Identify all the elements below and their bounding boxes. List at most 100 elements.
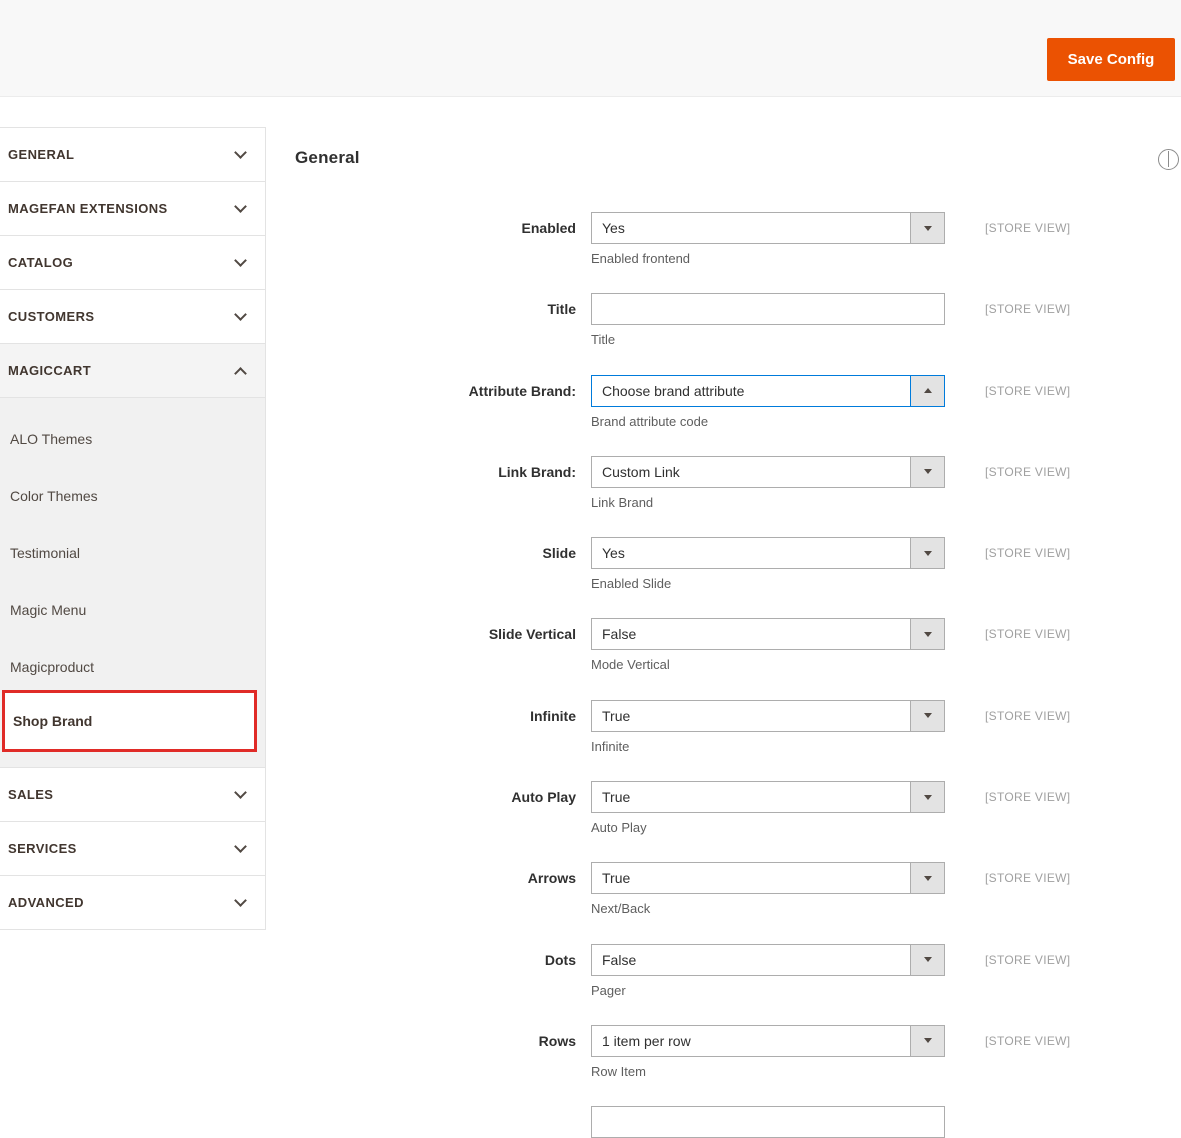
field-value: False (602, 626, 637, 643)
field-helper-text: Link Brand (591, 494, 654, 510)
sidebar-section-label: SERVICES (8, 841, 77, 856)
dots-select[interactable]: False (591, 943, 945, 976)
field-label: Title (547, 301, 576, 318)
field-helper-text: Next/Back (591, 901, 651, 917)
field-value: Custom Link (602, 463, 680, 480)
dropdown-toggle[interactable] (910, 456, 944, 487)
save-config-button[interactable]: Save Config (1047, 38, 1175, 81)
submenu-items: ALO Themes Color Themes Testimonial Magi… (0, 410, 265, 695)
form-row: Enabled Yes Enabled frontend [STORE VIEW… (295, 212, 1181, 293)
caret-down-icon (923, 1038, 932, 1044)
field-value: 1 item per row (602, 1032, 691, 1049)
dropdown-toggle[interactable] (910, 213, 944, 243)
title-text-field[interactable] (591, 293, 945, 326)
auto-play-select[interactable]: True (591, 781, 945, 814)
field-helper-text: Enabled frontend (591, 251, 691, 266)
dropdown-toggle[interactable] (910, 375, 944, 406)
store-view-scope-label: [STORE VIEW] (985, 790, 1071, 805)
config-sidebar: GENERAL MAGEFAN EXTENSIONS CATALOG CUSTO… (0, 127, 266, 930)
attribute-brand-select[interactable]: Choose brand attribute (591, 374, 945, 407)
caret-down-icon (923, 957, 932, 963)
field-helper-text: Mode Vertical (591, 657, 670, 673)
link-brand-select[interactable]: Custom Link (591, 455, 945, 488)
field-label: Attribute Brand: (468, 382, 576, 399)
chevron-down-icon (234, 308, 247, 321)
field-label: Slide Vertical (488, 626, 576, 643)
dropdown-toggle[interactable] (910, 863, 944, 894)
rows-select[interactable]: 1 item per row (591, 1024, 945, 1057)
chevron-down-icon (234, 786, 247, 799)
caret-down-icon (923, 469, 932, 475)
sidebar-section-magiccart[interactable]: MAGICCART (0, 344, 265, 398)
chevron-down-icon (234, 840, 247, 853)
collapse-section-button[interactable] (1158, 149, 1179, 170)
sidebar-section-label: CUSTOMERS (8, 309, 95, 324)
form-row: Rows 1 item per row Row Item [STORE VIEW… (295, 1024, 1181, 1106)
dropdown-toggle[interactable] (910, 538, 944, 569)
infinite-select[interactable]: True (591, 699, 945, 732)
sidebar-item-alo-themes[interactable]: ALO Themes (0, 410, 265, 467)
magiccart-submenu: ALO Themes Color Themes Testimonial Magi… (0, 398, 265, 768)
form-row: Attribute Brand: Choose brand attribute … (295, 374, 1181, 456)
slide-select[interactable]: Yes (591, 537, 945, 570)
field-value: True (602, 707, 631, 724)
sidebar-section-label: ADVANCED (8, 895, 84, 910)
sidebar-section-general[interactable]: GENERAL (0, 128, 265, 182)
chevron-down-icon (234, 146, 247, 159)
form-row: Infinite True Infinite [STORE VIEW] (295, 699, 1181, 781)
text-input[interactable] (592, 294, 944, 325)
dropdown-toggle[interactable] (910, 619, 944, 650)
field-value: True (602, 870, 631, 887)
sidebar-section-magefan-extensions[interactable]: MAGEFAN EXTENSIONS (0, 182, 265, 236)
field-value: False (602, 951, 637, 968)
slide-vertical-select[interactable]: False (591, 618, 945, 651)
sidebar-item-color-themes[interactable]: Color Themes (0, 467, 265, 524)
sidebar-top-sections: GENERAL MAGEFAN EXTENSIONS CATALOG CUSTO… (0, 128, 265, 344)
store-view-scope-label: [STORE VIEW] (985, 221, 1071, 235)
chevron-down-icon (234, 254, 247, 267)
sidebar-item-shop-brand[interactable]: Shop Brand (2, 690, 257, 752)
sidebar-bottom-sections: SALES SERVICES ADVANCED (0, 768, 265, 930)
store-view-scope-label: [STORE VIEW] (985, 952, 1071, 967)
field-label: Rows (538, 1032, 576, 1049)
store-view-scope-label: [STORE VIEW] (985, 708, 1071, 723)
sidebar-item-magic-menu[interactable]: Magic Menu (0, 581, 265, 638)
chevron-down-icon (234, 894, 247, 907)
sidebar-section-label: SALES (8, 787, 54, 802)
chevron-down-icon (234, 200, 247, 213)
form-row: Slide Yes Enabled Slide [STORE VIEW] (295, 537, 1181, 618)
arrows-select[interactable]: True (591, 862, 945, 895)
form-row: Dots False Pager [STORE VIEW] (295, 943, 1181, 1025)
caret-down-icon (923, 875, 932, 881)
dropdown-toggle[interactable] (910, 700, 944, 731)
sidebar-item-testimonial[interactable]: Testimonial (0, 524, 265, 581)
form-row: Arrows True Next/Back [STORE VIEW] (295, 862, 1181, 943)
sidebar-section-sales[interactable]: SALES (0, 768, 265, 822)
dropdown-toggle[interactable] (910, 1025, 944, 1056)
chevron-up-icon (1168, 151, 1169, 167)
sidebar-section-services[interactable]: SERVICES (0, 822, 265, 876)
field-helper-text: Brand attribute code (591, 413, 709, 429)
store-view-scope-label: [STORE VIEW] (985, 871, 1071, 886)
sidebar-item-magicproduct[interactable]: Magicproduct (0, 638, 265, 695)
chevron-up-icon (234, 366, 247, 380)
field-label: Enabled (521, 220, 576, 236)
form-row: Title Title [STORE VIEW] (295, 293, 1181, 374)
enabled-select[interactable]: Yes (591, 212, 945, 244)
store-view-scope-label: [STORE VIEW] (985, 383, 1071, 398)
dropdown-toggle[interactable] (910, 944, 944, 975)
sidebar-section-label: GENERAL (8, 147, 75, 162)
partial-next-field[interactable] (591, 1106, 945, 1138)
sidebar-section-catalog[interactable]: CATALOG (0, 236, 265, 290)
store-view-scope-label: [STORE VIEW] (985, 464, 1071, 479)
dropdown-toggle[interactable] (910, 782, 944, 813)
top-bar: Save Config (0, 0, 1181, 97)
page-section-title: General (295, 148, 360, 167)
field-value: Yes (602, 220, 625, 236)
store-view-scope-label: [STORE VIEW] (985, 302, 1071, 317)
sidebar-section-advanced[interactable]: ADVANCED (0, 876, 265, 930)
field-value: Choose brand attribute (602, 382, 745, 399)
sidebar-section-label: CATALOG (8, 255, 74, 270)
field-label: Link Brand: (498, 463, 576, 480)
sidebar-section-customers[interactable]: CUSTOMERS (0, 290, 265, 344)
